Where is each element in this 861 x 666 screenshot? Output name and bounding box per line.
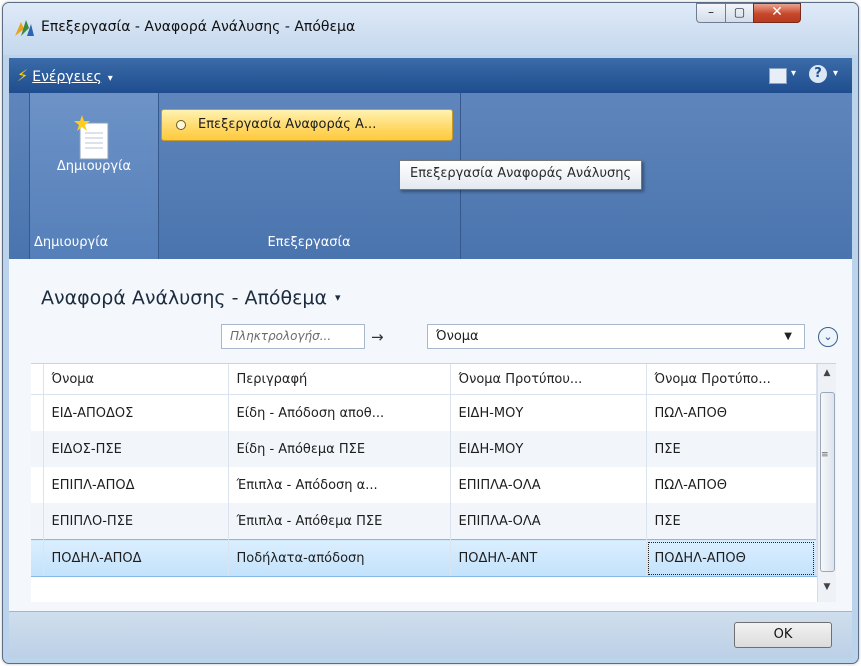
expand-filter-icon[interactable]: ⌄ <box>818 327 838 347</box>
edit-analysis-report-button[interactable]: Επεξεργασία Αναφοράς Α... <box>161 109 453 141</box>
table-cell[interactable]: Έπιπλα - Απόθεμα ΠΣΕ <box>228 503 451 540</box>
scroll-down-icon[interactable]: ▼ <box>818 578 836 596</box>
actions-menu[interactable]: ⚡ Ενέργειες ▾ <box>17 66 113 85</box>
radio-bullet-icon <box>176 120 186 130</box>
table-cell-focused[interactable]: ΠΟΔΗΛ-ΑΠΟΘ <box>646 539 817 577</box>
table-cell[interactable]: ΕΙΔΗ-ΜΟΥ <box>450 431 647 467</box>
close-button[interactable]: ✕ <box>753 3 801 23</box>
table-cell[interactable]: ΠΩΛ-ΑΠΟΘ <box>646 394 817 431</box>
filter-field-value: Όνομα <box>436 329 479 344</box>
layout-icon[interactable] <box>769 68 787 84</box>
dialog-window: Επεξεργασία - Αναφορά Ανάλυσης - Απόθεμα… <box>2 2 859 664</box>
maximize-button[interactable]: ▢ <box>725 3 754 23</box>
table-cell[interactable]: Έπιπλα - Απόδοση α... <box>228 467 451 503</box>
table-row[interactable]: ΕΠΙΠΛ-ΑΠΟΔ Έπιπλα - Απόδοση α... ΕΠΙΠΛΑ-… <box>31 467 817 503</box>
row-gutter <box>31 503 44 540</box>
ribbon-group-label: Δημιουργία <box>34 235 109 250</box>
table-cell[interactable]: ΠΣΕ <box>646 503 817 540</box>
dropdown-caret-icon: ▼ <box>784 331 792 342</box>
scroll-up-icon[interactable]: ▲ <box>818 364 836 382</box>
edit-analysis-report-label: Επεξεργασία Αναφοράς Α... <box>198 117 377 132</box>
ok-button[interactable]: OK <box>734 622 832 648</box>
scroll-grip-icon: ≡ <box>821 450 829 460</box>
table-row[interactable]: ΕΙΔ-ΑΠΟΔΟΣ Είδη - Απόδοση αποθ... ΕΙΔΗ-Μ… <box>31 394 817 431</box>
row-gutter <box>31 539 44 577</box>
column-header[interactable]: Όνομα <box>43 364 229 395</box>
table-row-selected[interactable]: ΠΟΔΗΛ-ΑΠΟΔ Ποδήλατα-απόδοση ΠΟΔΗΛ-ΑΝΤ ΠΟ… <box>31 539 817 577</box>
new-button-label[interactable]: Δημιουργία <box>30 157 158 177</box>
table-cell[interactable]: ΠΩΛ-ΑΠΟΘ <box>646 467 817 503</box>
vertical-scrollbar[interactable]: ▲ ≡ ▼ <box>817 364 836 602</box>
maximize-icon: ▢ <box>733 5 746 19</box>
table-cell[interactable]: ΕΙΔΗ-ΜΟΥ <box>450 394 647 431</box>
table-cell[interactable]: Είδη - Απόδοση αποθ... <box>228 394 451 431</box>
window-title: Επεξεργασία - Αναφορά Ανάλυσης - Απόθεμα <box>41 19 356 35</box>
chevron-down-icon: ▾ <box>107 73 113 84</box>
column-header[interactable]: Όνομα Προτύπου... <box>450 364 647 395</box>
lightning-icon: ⚡ <box>17 66 29 85</box>
table-cell[interactable]: ΕΠΙΠΛΑ-ΟΛΑ <box>450 503 647 540</box>
command-bar: ⚡ Ενέργειες ▾ ▾ ? ▾ <box>9 58 852 93</box>
table-row[interactable]: ΕΙΔΟΣ-ΠΣΕ Είδη - Απόθεμα ΠΣΕ ΕΙΔΗ-ΜΟΥ ΠΣ… <box>31 431 817 467</box>
table-cell[interactable]: ΠΟΔΗΛ-ΑΝΤ <box>450 539 647 577</box>
table-cell[interactable]: ΕΙΔ-ΑΠΟΔΟΣ <box>43 394 229 431</box>
grid-header-row: Όνομα Περιγραφή Όνομα Προτύπου... Όνομα … <box>31 364 817 395</box>
layout-dropdown-arrow[interactable]: ▾ <box>791 68 796 79</box>
filter-field-select[interactable]: Όνομα ▼ <box>427 324 805 349</box>
arrow-right-icon[interactable]: → <box>371 328 384 346</box>
row-gutter <box>31 394 44 431</box>
row-gutter <box>31 431 44 467</box>
scroll-thumb[interactable] <box>820 392 835 572</box>
table-cell[interactable]: Είδη - Απόθεμα ΠΣΕ <box>228 431 451 467</box>
app-logo-icon <box>15 20 34 36</box>
column-header[interactable]: Περιγραφή <box>228 364 451 395</box>
minimize-button[interactable]: – <box>696 3 726 23</box>
ribbon-group-label: Επεξεργασία <box>267 235 351 250</box>
table-cell[interactable]: ΠΣΕ <box>646 431 817 467</box>
table-cell[interactable]: ΕΙΔΟΣ-ΠΣΕ <box>43 431 229 467</box>
table-cell[interactable]: ΕΠΙΠΛΟ-ΠΣΕ <box>43 503 229 540</box>
table-cell[interactable]: ΠΟΔΗΛ-ΑΠΟΔ <box>43 539 229 577</box>
column-header[interactable]: Όνομα Προτύπο... <box>646 364 817 395</box>
row-gutter <box>31 364 44 395</box>
title-bar[interactable]: Επεξεργασία - Αναφορά Ανάλυσης - Απόθεμα… <box>3 3 858 55</box>
table-row[interactable]: ΕΠΙΠΛΟ-ΠΣΕ Έπιπλα - Απόθεμα ΠΣΕ ΕΠΙΠΛΑ-Ο… <box>31 503 817 540</box>
page-title-text: Αναφορά Ανάλυσης - Απόθεμα <box>41 287 328 309</box>
table-cell[interactable]: Ποδήλατα-απόδοση <box>228 539 451 577</box>
new-document-icon[interactable] <box>74 115 112 161</box>
ribbon-group-new: Δημιουργία Δημιουργία <box>29 93 159 259</box>
page-title[interactable]: Αναφορά Ανάλυσης - Απόθεμα ▾ <box>41 287 341 309</box>
chevron-down-icon: ▾ <box>335 291 341 304</box>
filter-input[interactable]: Πληκτρολογήσ... <box>221 324 365 349</box>
tooltip: Επεξεργασία Αναφοράς Ανάλυσης <box>399 160 643 190</box>
row-gutter <box>31 467 44 503</box>
help-dropdown-arrow[interactable]: ▾ <box>833 68 838 79</box>
data-grid: Όνομα Περιγραφή Όνομα Προτύπου... Όνομα … <box>31 363 836 602</box>
table-cell[interactable]: ΕΠΙΠΛΑ-ΟΛΑ <box>450 467 647 503</box>
content-area: Αναφορά Ανάλυσης - Απόθεμα ▾ Πληκτρολογήσ… <box>9 259 852 611</box>
minimize-icon: – <box>708 5 714 19</box>
actions-menu-label: Ενέργειες <box>32 69 102 85</box>
close-icon: ✕ <box>771 4 783 20</box>
help-icon[interactable]: ? <box>809 65 827 83</box>
table-cell[interactable]: ΕΠΙΠΛ-ΑΠΟΔ <box>43 467 229 503</box>
dialog-footer: OK <box>9 611 852 658</box>
